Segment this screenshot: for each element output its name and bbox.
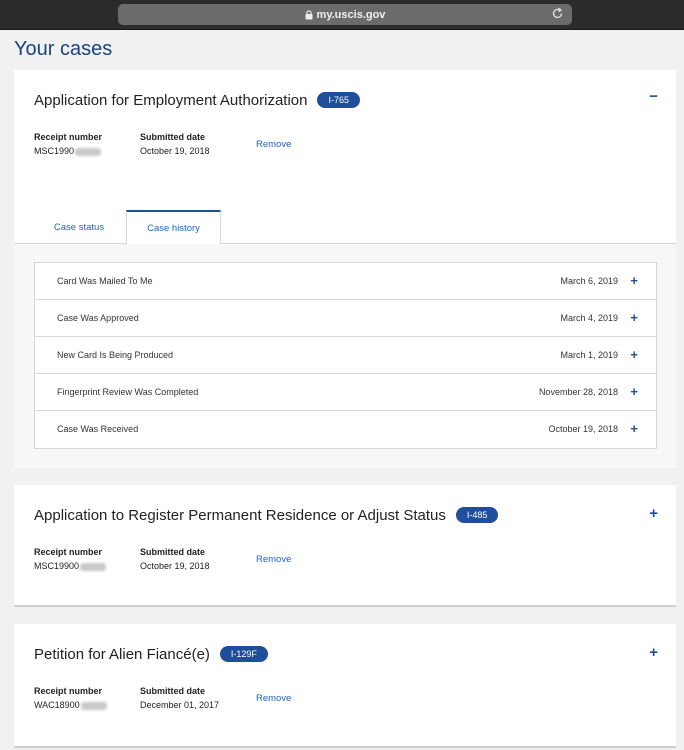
tab-case-history[interactable]: Case history [126,210,221,245]
history-row[interactable]: Card Was Mailed To Me March 6, 2019 + [35,263,656,300]
case-card-i129f: Petition for Alien Fiancé(e) I-129F + Rec… [14,624,676,748]
case-card-i485: Application to Register Permanent Reside… [14,485,676,607]
browser-toolbar: my.uscis.gov [0,0,684,30]
expand-case-button[interactable]: + [649,644,658,661]
history-row[interactable]: Case Was Approved March 4, 2019 + [35,300,656,337]
history-title: New Card Is Being Produced [57,350,174,360]
history-date: November 28, 2018 [538,387,618,397]
case-card-i765: Application for Employment Authorization… [14,70,676,468]
receipt-number-label: Receipt number [34,547,103,557]
case-title: Application for Employment Authorization… [34,92,360,109]
receipt-number-value: WAC18900 [34,700,80,710]
reload-icon[interactable] [551,7,564,20]
redacted-digits [75,147,102,156]
tab-case-status[interactable]: Case status [34,210,124,244]
history-row[interactable]: New Card Is Being Produced March 1, 2019… [35,337,656,374]
plus-icon[interactable]: + [630,273,638,288]
remove-case-link[interactable]: Remove [256,554,291,565]
redacted-digits [80,562,107,571]
history-title: Case Was Approved [57,313,139,323]
case-title: Petition for Alien Fiancé(e) I-129F [34,646,268,663]
form-badge: I-765 [317,92,360,109]
submitted-date-label: Submitted date [140,132,206,142]
case-history-list: Card Was Mailed To Me March 6, 2019 + Ca… [34,262,657,449]
receipt-number-label: Receipt number [34,686,103,696]
form-badge: I-129F [219,646,268,663]
submitted-date-value: October 19, 2018 [140,146,210,156]
history-title: Case Was Received [57,424,139,434]
submitted-date-label: Submitted date [140,686,206,696]
submitted-date-label: Submitted date [140,547,206,557]
history-date: October 19, 2018 [548,424,618,434]
form-badge: I-485 [455,507,499,524]
case-title: Application to Register Permanent Reside… [34,507,499,524]
case-tabs: Case status Case history [14,210,676,245]
history-date: March 4, 2019 [560,313,618,323]
history-date: March 1, 2019 [560,350,618,360]
history-date: March 6, 2019 [560,276,618,286]
redacted-digits [80,701,107,710]
lock-icon [305,9,313,19]
page-title: Your cases [14,38,113,60]
history-title: Card Was Mailed To Me [57,276,153,286]
history-row[interactable]: Fingerprint Review Was Completed Novembe… [35,374,656,411]
receipt-number-label: Receipt number [34,132,103,142]
submitted-date-value: December 01, 2017 [140,700,220,710]
history-title: Fingerprint Review Was Completed [57,387,199,397]
receipt-number-value: MSC19900 [34,561,80,571]
collapse-case-button[interactable]: − [649,88,658,105]
history-row[interactable]: Case Was Received October 19, 2018 + [35,411,656,448]
remove-case-link[interactable]: Remove [256,139,291,150]
case-title-text: Application for Employment Authorization [34,92,308,109]
remove-case-link[interactable]: Remove [256,693,291,704]
plus-icon[interactable]: + [630,347,638,362]
case-title-text: Petition for Alien Fiancé(e) [34,646,210,663]
plus-icon[interactable]: + [630,384,638,399]
address-bar[interactable]: my.uscis.gov [118,4,572,25]
plus-icon[interactable]: + [630,421,638,436]
case-title-text: Application to Register Permanent Reside… [34,507,446,524]
expand-case-button[interactable]: + [649,505,658,522]
submitted-date-value: October 19, 2018 [140,561,210,571]
url-text: my.uscis.gov [316,8,386,21]
receipt-number-value: MSC1990 [34,146,75,156]
case-history-panel: Card Was Mailed To Me March 6, 2019 + Ca… [14,244,676,468]
plus-icon[interactable]: + [630,310,638,325]
